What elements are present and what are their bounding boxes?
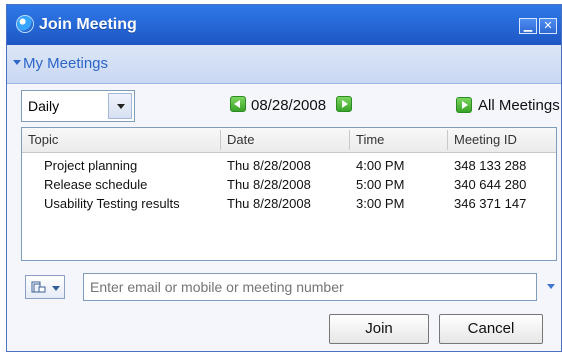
current-date: 08/28/2008 [251,97,327,114]
column-time[interactable]: Time [356,132,384,147]
right-arrow-icon[interactable] [336,96,352,112]
phone-book-icon [31,281,46,293]
topic-cell: Project planning [44,158,138,173]
window-title: Join Meeting [39,16,137,33]
meeting-id-cell: 348 133 288 [454,158,527,173]
table-header: Topic Date Time Meeting ID [22,128,556,153]
collapse-triangle-icon [13,60,21,65]
chevron-down-icon[interactable] [108,93,132,119]
period-select[interactable]: Daily [21,90,135,122]
time-cell: 5:00 PM [356,177,405,192]
column-separator [349,130,350,150]
meeting-id-cell: 340 644 280 [454,177,527,192]
join-meeting-window: Join Meeting ▁ ✕ My Meetings Daily 08/28… [6,4,562,352]
phone-book-button[interactable] [25,275,65,299]
join-button[interactable]: Join [329,314,429,344]
time-cell: 4:00 PM [356,158,405,173]
meeting-search-input[interactable] [83,273,537,301]
period-select-value: Daily [28,98,60,114]
cancel-button[interactable]: Cancel [439,314,543,344]
minimize-icon[interactable]: ▁ [519,18,537,34]
column-meeting-id[interactable]: Meeting ID [454,132,517,147]
all-meetings-link[interactable]: All Meetings [478,97,560,114]
date-cell: Thu 8/28/2008 [227,177,311,192]
date-cell: Thu 8/28/2008 [227,196,311,211]
column-separator [447,130,448,150]
time-cell: 3:00 PM [356,196,405,211]
left-arrow-icon[interactable] [230,96,246,112]
my-meetings-label[interactable]: My Meetings [23,55,108,72]
title-bar[interactable]: Join Meeting ▁ ✕ [7,5,561,45]
chevron-down-icon[interactable] [547,284,555,289]
column-separator [220,130,221,150]
date-cell: Thu 8/28/2008 [227,158,311,173]
meeting-id-cell: 346 371 147 [454,196,527,211]
topic-cell: Usability Testing results [44,196,180,211]
chevron-down-icon [52,286,60,291]
column-topic[interactable]: Topic [28,132,58,147]
all-meetings-arrow-icon[interactable] [456,97,472,113]
my-meetings-header[interactable]: My Meetings [7,45,561,84]
meetings-table: Topic Date Time Meeting ID Project plann… [21,127,557,261]
globe-icon [17,16,33,32]
topic-cell: Release schedule [44,177,148,192]
column-date[interactable]: Date [227,132,254,147]
close-icon[interactable]: ✕ [539,18,557,34]
